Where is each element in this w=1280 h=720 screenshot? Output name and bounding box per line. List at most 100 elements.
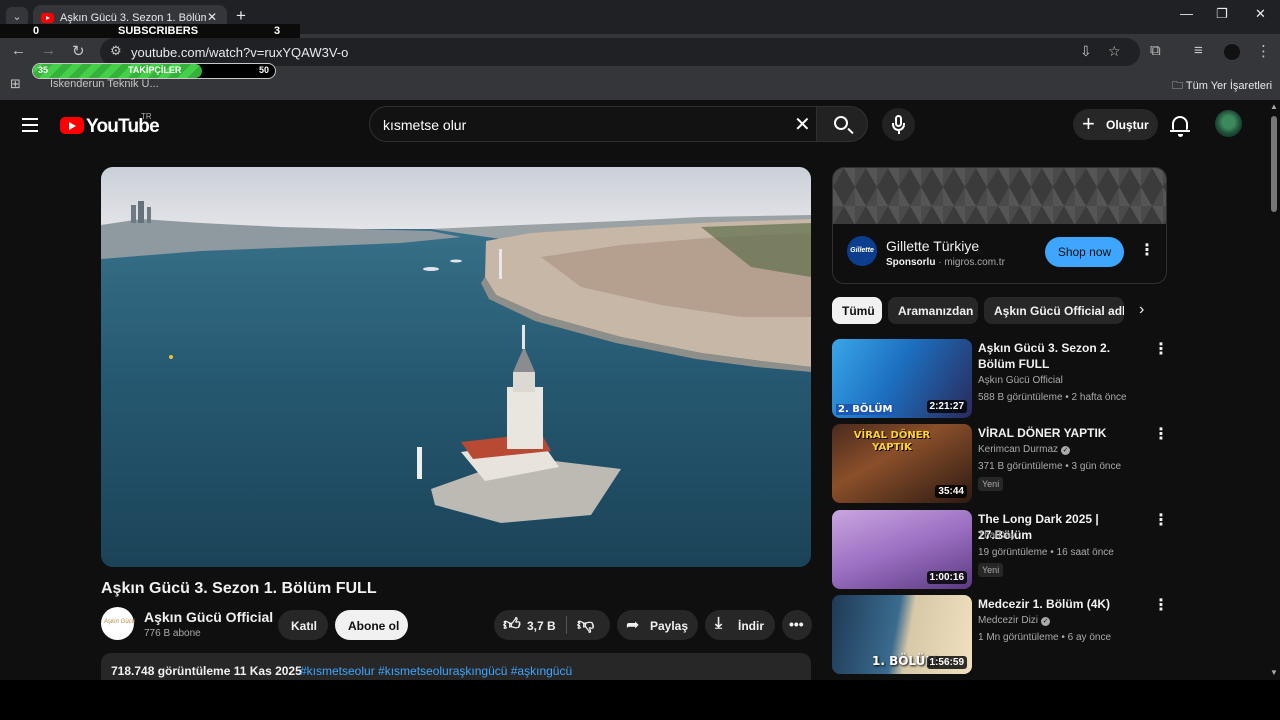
- site-info-icon[interactable]: ⚙: [110, 43, 122, 59]
- clear-search-icon[interactable]: ✕: [794, 112, 811, 137]
- recommendation-item[interactable]: VİRAL DÖNER YAPTIK 35:44 VİRAL DÖNER YAP…: [832, 424, 1268, 504]
- youtube-page: YouTube TR kısmetse olur ✕ + Oluştur Aşk…: [0, 100, 1268, 680]
- extensions-icon[interactable]: ⧉: [1150, 42, 1161, 59]
- all-bookmarks[interactable]: 🗀 Tüm Yer İşaretleri: [1172, 77, 1272, 96]
- recommendation-item[interactable]: 1:00:16 The Long Dark 2025 | 27.Bölüm Th…: [832, 510, 1268, 590]
- chip-from-search[interactable]: Aramanızdan: [888, 297, 978, 324]
- new-badge: Yeni: [978, 477, 1004, 491]
- notifications-bell-icon[interactable]: [1170, 116, 1190, 137]
- sponsored-ad-card[interactable]: Gillette Gillette Türkiye Sponsorlu · mi…: [832, 167, 1167, 284]
- search-button[interactable]: [816, 106, 868, 142]
- reload-icon[interactable]: ↻: [72, 42, 85, 60]
- all-bookmarks-label: Tüm Yer İşaretleri: [1185, 80, 1273, 92]
- rec-channel[interactable]: ThatDay: [978, 530, 1016, 541]
- rec-duration: 1:56:59: [926, 656, 967, 669]
- subscribe-button[interactable]: Abone ol: [335, 610, 408, 640]
- recommendation-item[interactable]: 2. BÖLÜM 2:21:27 Aşkın Gücü 3. Sezon 2. …: [832, 339, 1268, 419]
- like-separator: [566, 616, 567, 634]
- hamburger-menu-icon[interactable]: [22, 118, 38, 136]
- rec-thumbnail[interactable]: VİRAL DÖNER YAPTIK 35:44: [832, 424, 972, 503]
- hashtags[interactable]: #kısmetseolur #kısmetseoluraşkıngücü #aş…: [300, 664, 572, 678]
- ad-meta: Sponsorlu · migros.com.tr: [886, 257, 1005, 268]
- rec-more-icon[interactable]: ⋮: [1153, 598, 1169, 614]
- takip-left-count: 35: [38, 65, 49, 75]
- close-tab-icon[interactable]: ✕: [207, 10, 217, 24]
- followers-progress-overlay: 35 TAKİPÇİLER 50: [32, 63, 276, 79]
- channel-name[interactable]: Aşkın Gücü Official: [144, 609, 273, 625]
- account-avatar[interactable]: [1215, 110, 1242, 137]
- plus-icon: +: [1082, 111, 1095, 136]
- download-button[interactable]: ⤓ İndir: [705, 610, 775, 640]
- rec-duration: 35:44: [935, 485, 967, 498]
- description-box[interactable]: 718.748 görüntüleme 11 Kas 2025 #kısmets…: [101, 653, 811, 680]
- rec-channel[interactable]: Kerimcan Durmaz ✓: [978, 444, 1071, 455]
- folder-icon: 🗀: [1172, 80, 1183, 92]
- search-icon: [834, 116, 848, 130]
- subs-label: SUBSCRIBERS: [118, 25, 199, 37]
- bookmark-item[interactable]: İskenderun Teknik Ü...: [50, 78, 159, 90]
- more-horizontal-icon: •••: [789, 616, 804, 632]
- shop-now-button[interactable]: Shop now: [1045, 237, 1124, 267]
- bookmark-star-icon[interactable]: ☆: [1108, 43, 1121, 60]
- verified-check-icon: ✓: [1061, 446, 1071, 455]
- rec-thumbnail[interactable]: 1:00:16: [832, 510, 972, 589]
- maximize-icon[interactable]: ❐: [1216, 6, 1228, 22]
- forward-icon[interactable]: →: [41, 42, 56, 59]
- chip-channel[interactable]: Aşkın Gücü Official adlı y: [984, 297, 1124, 324]
- create-button[interactable]: + Oluştur: [1073, 109, 1158, 140]
- gillette-logo: Gillette: [847, 236, 877, 266]
- profile-avatar-icon[interactable]: [1224, 44, 1240, 60]
- more-actions-button[interactable]: •••: [782, 610, 812, 640]
- rec-thumbnail[interactable]: 2. BÖLÜM 2:21:27: [832, 339, 972, 418]
- like-icon[interactable]: 👍︎: [503, 614, 521, 635]
- rec-more-icon[interactable]: ⋮: [1153, 513, 1169, 529]
- rec-channel[interactable]: Aşkın Gücü Official: [978, 375, 1063, 386]
- scroll-up-icon[interactable]: ▲: [1270, 102, 1278, 111]
- install-app-icon[interactable]: ⇩: [1080, 43, 1092, 60]
- share-button[interactable]: ➦ Paylaş: [617, 610, 698, 640]
- page-scrollbar[interactable]: ▲ ▼: [1268, 100, 1280, 680]
- channel-avatar[interactable]: [101, 607, 135, 640]
- youtube-favicon-icon: [41, 13, 54, 23]
- youtube-play-logo-icon: [60, 117, 84, 134]
- rec-more-icon[interactable]: ⋮: [1153, 427, 1169, 443]
- views-date: 718.748 görüntüleme 11 Kas 2025: [111, 664, 302, 678]
- search-input[interactable]: kısmetse olur ✕: [369, 106, 817, 142]
- download-label: İndir: [738, 619, 764, 633]
- join-button[interactable]: Katıl: [278, 610, 328, 640]
- rec-meta: 371 B görüntüleme • 3 gün önce: [978, 461, 1122, 472]
- rec-channel[interactable]: Medcezir Dizi ✓: [978, 615, 1051, 626]
- join-label: Katıl: [291, 619, 318, 633]
- address-bar[interactable]: ⚙ youtube.com/watch?v=ruxYQAW3V-o ⇩ ☆: [100, 38, 1140, 66]
- rec-channel-name: Medcezir Dizi: [978, 615, 1039, 626]
- new-tab-icon[interactable]: +: [236, 6, 246, 26]
- rec-title: Aşkın Gücü 3. Sezon 2. Bölüm FULL: [978, 341, 1111, 371]
- search-value: kısmetse olur: [383, 117, 467, 133]
- chevron-right-icon[interactable]: ›: [1139, 301, 1144, 319]
- video-player[interactable]: [101, 167, 811, 567]
- minimize-icon[interactable]: —: [1180, 6, 1193, 21]
- subscribers-counter-overlay: 0 SUBSCRIBERS 3: [0, 24, 300, 38]
- voice-search-button[interactable]: [882, 108, 915, 141]
- rec-meta: 588 B görüntüleme • 2 hafta önce: [978, 392, 1127, 403]
- chip-all[interactable]: Tümü: [832, 297, 882, 324]
- ad-banner-image: [833, 168, 1166, 224]
- rec-thumbnail[interactable]: 1. BÖLÜM 1:56:59: [832, 595, 972, 674]
- scrollbar-thumb[interactable]: [1271, 116, 1277, 212]
- rec-more-icon[interactable]: ⋮: [1153, 342, 1169, 358]
- browser-menu-icon[interactable]: ⋮: [1256, 42, 1271, 60]
- apps-grid-icon[interactable]: ⊞: [10, 76, 21, 92]
- recommendation-item[interactable]: 1. BÖLÜM 1:56:59 Medcezir 1. Bölüm (4K) …: [832, 595, 1268, 675]
- microphone-stem: [898, 130, 900, 134]
- ad-more-icon[interactable]: ⋮: [1139, 243, 1155, 259]
- dislike-icon[interactable]: 👎︎: [577, 614, 594, 635]
- scroll-down-icon[interactable]: ▼: [1270, 668, 1278, 677]
- thumb-caption: 2. BÖLÜM: [836, 404, 895, 415]
- rec-channel-name: Kerimcan Durmaz: [978, 444, 1059, 455]
- back-icon[interactable]: ←: [11, 42, 26, 59]
- rec-duration: 1:00:16: [926, 571, 967, 584]
- subscribe-label: Abone ol: [348, 619, 400, 633]
- close-window-icon[interactable]: ✕: [1255, 6, 1266, 22]
- like-count[interactable]: 3,7 B: [527, 619, 556, 633]
- media-controls-icon[interactable]: ≡: [1194, 42, 1203, 59]
